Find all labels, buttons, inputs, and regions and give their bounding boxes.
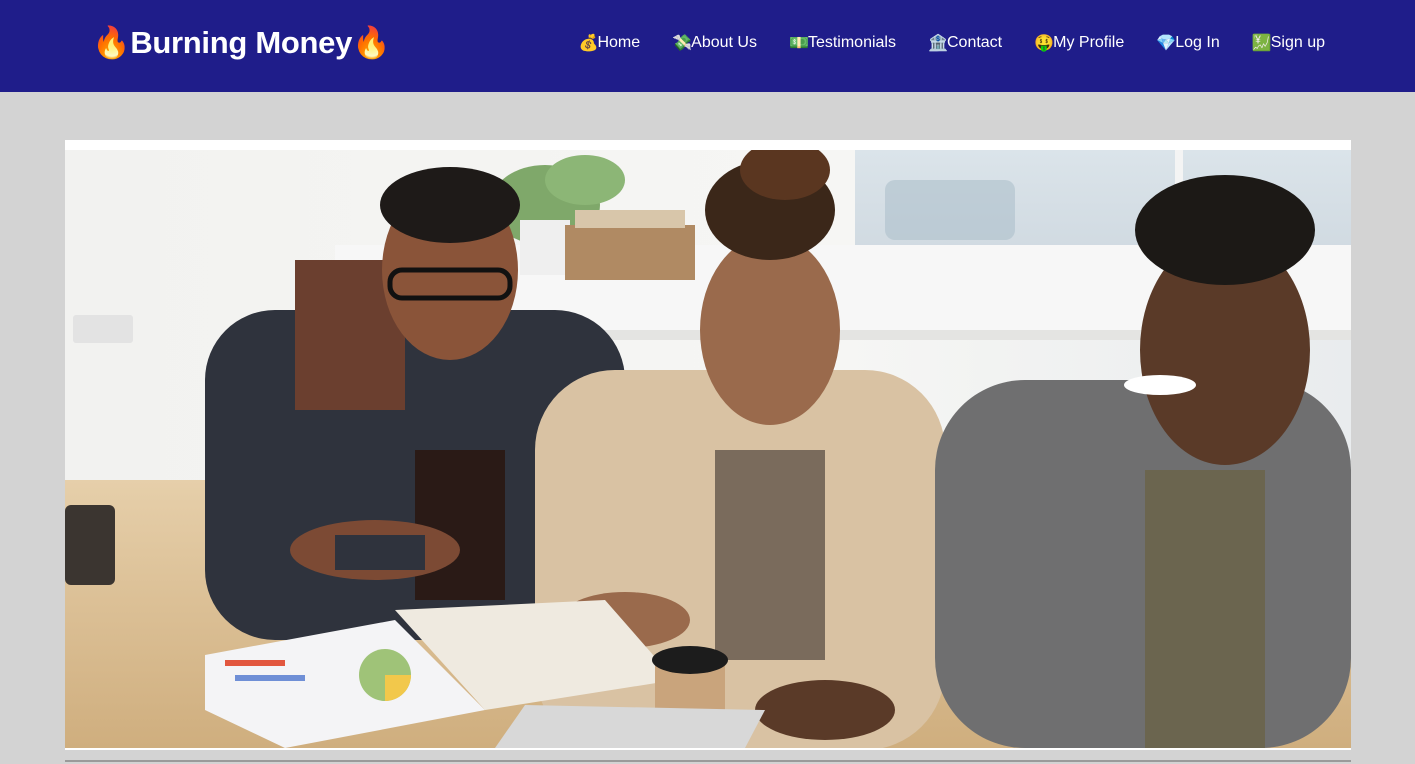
section-divider bbox=[65, 760, 1351, 762]
brand-logo-link[interactable]: 🔥 Burning Money 🔥 bbox=[92, 24, 391, 61]
gem-icon: 💎 bbox=[1156, 35, 1177, 52]
nav-links: 💰 Home 💸 About Us 💵 Testimonials 🏦 Contact 🤑… bbox=[578, 33, 1325, 53]
chart-yen-icon: 💹 bbox=[1251, 35, 1272, 52]
hero-card bbox=[65, 140, 1351, 750]
money-bag-icon: 💰 bbox=[578, 35, 599, 52]
nav-link-label: About Us bbox=[691, 34, 757, 51]
hero-image bbox=[65, 150, 1351, 748]
fire-icon: 🔥 bbox=[92, 25, 131, 60]
nav-link-testimonials[interactable]: 💵 Testimonials bbox=[789, 33, 896, 53]
nav-link-label: Log In bbox=[1175, 34, 1220, 51]
banknote-icon: 💵 bbox=[788, 35, 809, 52]
money-wings-icon: 💸 bbox=[672, 35, 693, 52]
nav-link-home[interactable]: 💰 Home bbox=[578, 33, 640, 53]
nav-link-contact[interactable]: 🏦 Contact bbox=[928, 33, 1002, 53]
brand-name: Burning Money bbox=[130, 24, 353, 60]
nav-link-sign-up[interactable]: 💹 Sign up bbox=[1252, 33, 1325, 53]
nav-link-log-in[interactable]: 💎 Log In bbox=[1156, 33, 1219, 53]
money-face-icon: 🤑 bbox=[1034, 35, 1055, 52]
nav-link-about-us[interactable]: 💸 About Us bbox=[672, 33, 757, 53]
nav-link-label: Sign up bbox=[1270, 34, 1325, 51]
nav-link-label: Testimonials bbox=[807, 34, 896, 51]
nav-link-label: Contact bbox=[946, 34, 1003, 51]
nav-link-my-profile[interactable]: 🤑 My Profile bbox=[1034, 33, 1124, 53]
nav-link-label: My Profile bbox=[1053, 34, 1125, 51]
navbar: 🔥 Burning Money 🔥 💰 Home 💸 About Us 💵 Testimo… bbox=[0, 0, 1415, 92]
bank-icon: 🏦 bbox=[927, 35, 948, 52]
fire-icon: 🔥 bbox=[352, 25, 391, 60]
nav-link-label: Home bbox=[597, 34, 641, 51]
